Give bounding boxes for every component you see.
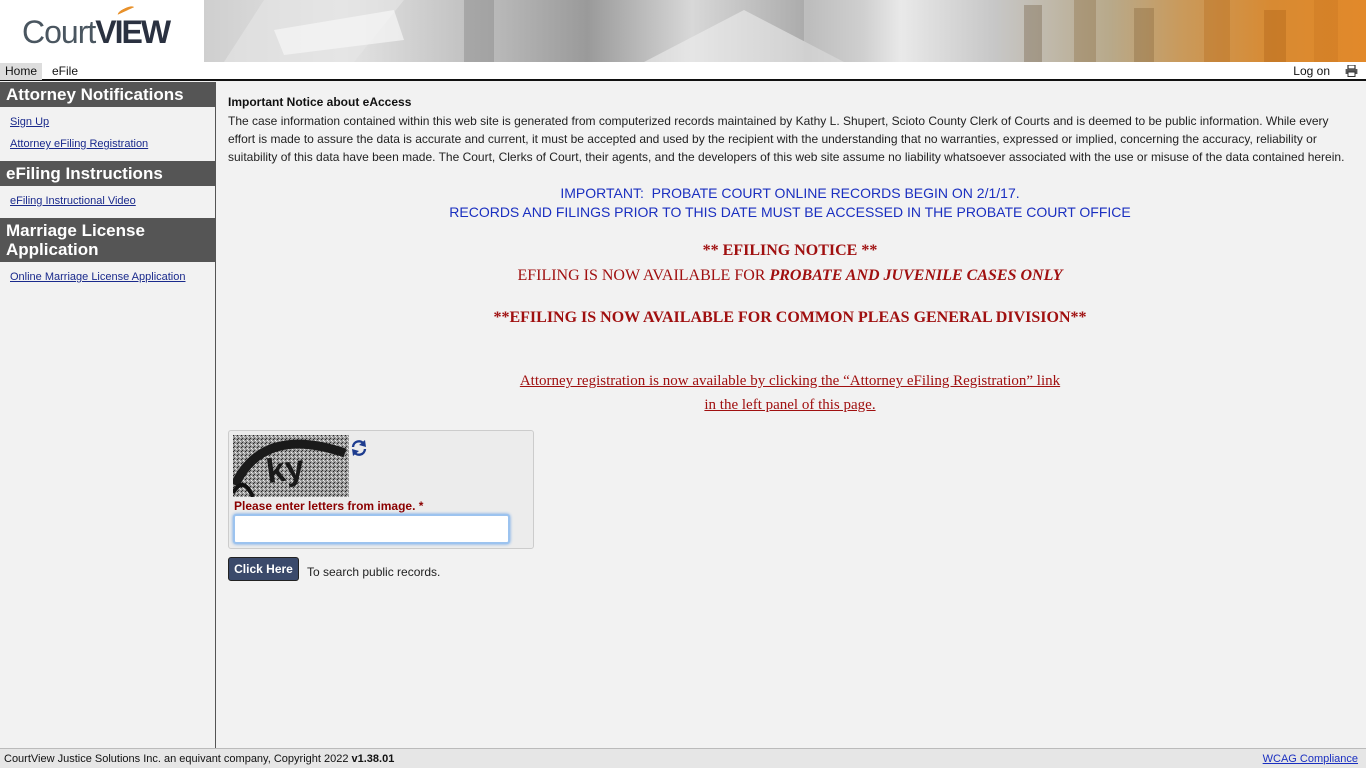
probate-line-1: IMPORTANT: PROBATE COURT ONLINE RECORDS …: [560, 185, 1020, 201]
wcag-compliance-link[interactable]: WCAG Compliance: [1263, 749, 1358, 768]
required-marker: *: [418, 499, 424, 513]
sidebar-list-attorney: Sign Up Attorney eFiling Registration: [0, 107, 215, 161]
sidebar-list-efiling: eFiling Instructional Video: [0, 186, 215, 218]
probate-notice: IMPORTANT: PROBATE COURT ONLINE RECORDS …: [228, 184, 1352, 222]
top-nav-bar: Home eFile Log on: [0, 62, 1366, 81]
captcha-panel: ky Please enter letters from image. *: [228, 430, 534, 549]
search-public-records-button[interactable]: Click Here: [228, 557, 299, 581]
sidebar-section-marriage-license: Marriage License Application: [0, 218, 215, 262]
footer-copyright: CourtView Justice Solutions Inc. an equi…: [4, 753, 395, 765]
footer: CourtView Justice Solutions Inc. an equi…: [0, 748, 1366, 768]
sidebar-link-efiling-video[interactable]: eFiling Instructional Video: [10, 190, 215, 212]
captcha-input[interactable]: [233, 514, 510, 544]
banner-decoration: [224, 0, 1338, 62]
header-banner-image: [204, 0, 1366, 62]
main-content: Important Notice about eAccess The case …: [228, 95, 1352, 417]
svg-text:ky: ky: [264, 448, 307, 491]
notice-body: The case information contained within th…: [228, 114, 1345, 164]
captcha-label: Please enter letters from image. *: [234, 499, 424, 513]
attorney-registration-line-2: in the left panel of this page.: [704, 397, 876, 413]
nav-log-on[interactable]: Log on: [1288, 63, 1335, 80]
sidebar-link-online-marriage-license[interactable]: Online Marriage License Application: [10, 266, 215, 288]
left-sidebar: Attorney Notifications Sign Up Attorney …: [0, 82, 216, 748]
nav-efile[interactable]: eFile: [47, 63, 83, 80]
attorney-registration-notice[interactable]: Attorney registration is now available b…: [228, 369, 1352, 417]
sidebar-section-efiling-instructions: eFiling Instructions: [0, 161, 215, 186]
search-hint: To search public records.: [307, 565, 441, 579]
version-number: v1.38.01: [351, 753, 395, 765]
common-pleas-notice: **EFILING IS NOW AVAILABLE FOR COMMON PL…: [493, 309, 1087, 326]
efiling-line: EFILING IS NOW AVAILABLE FOR PROBATE AND…: [517, 267, 1063, 284]
courtview-logo[interactable]: CourtVIEW: [0, 0, 204, 62]
probate-line-2: RECORDS AND FILINGS PRIOR TO THIS DATE M…: [449, 204, 1131, 220]
efiling-notice: ** EFILING NOTICE ** EFILING IS NOW AVAI…: [228, 238, 1352, 330]
attorney-registration-line-1: Attorney registration is now available b…: [519, 373, 1061, 389]
sidebar-link-attorney-efiling-registration[interactable]: Attorney eFiling Registration: [10, 133, 215, 155]
sidebar-section-attorney-notifications: Attorney Notifications: [0, 82, 215, 107]
logo-text: CourtVIEW: [22, 14, 171, 50]
sidebar-link-sign-up[interactable]: Sign Up: [10, 111, 215, 133]
header: CourtVIEW: [0, 0, 1366, 62]
sidebar-list-marriage: Online Marriage License Application: [0, 262, 215, 294]
notice-title: Important Notice about eAccess: [228, 95, 412, 109]
refresh-icon[interactable]: [350, 439, 368, 457]
printer-icon[interactable]: [1345, 65, 1358, 77]
efiling-heading: ** EFILING NOTICE **: [702, 242, 878, 259]
captcha-image: ky: [233, 435, 349, 497]
nav-home[interactable]: Home: [0, 63, 43, 80]
